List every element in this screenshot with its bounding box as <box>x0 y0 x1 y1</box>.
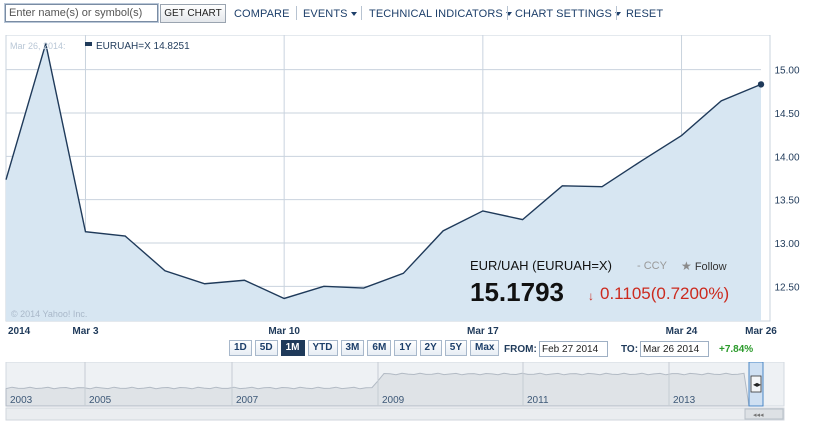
range-button-1m[interactable]: 1M <box>280 340 305 356</box>
quote-change-percent: (0.7200%) <box>650 284 730 303</box>
y-tick-label: 14.50 <box>774 109 799 120</box>
y-tick-label: 14.00 <box>774 152 799 163</box>
toolbar-separator <box>296 6 297 20</box>
from-date-input[interactable] <box>539 341 608 357</box>
events-menu[interactable]: EVENTS <box>303 8 357 20</box>
timeline-navigator[interactable]: 2003 2005 2007 2009 2011 2013 ◂▸ ◂◂◂ <box>0 362 820 427</box>
data-point <box>601 185 604 188</box>
follow-button[interactable]: ★ Follow <box>681 259 727 273</box>
compare-menu[interactable]: COMPARE <box>234 8 290 20</box>
data-point <box>84 230 87 233</box>
y-tick-label: 13.00 <box>774 239 799 250</box>
data-point <box>163 269 166 272</box>
range-button-5d[interactable]: 5D <box>254 340 278 356</box>
follow-label: Follow <box>694 261 727 273</box>
symbol-search-input[interactable] <box>4 3 159 23</box>
to-date-input[interactable] <box>640 341 709 357</box>
star-icon: ★ <box>681 259 692 273</box>
navigator-year-label: 2005 <box>89 395 112 406</box>
toolbar-separator <box>507 6 508 20</box>
technical-indicators-menu[interactable]: TECHNICAL INDICATORS <box>369 8 512 20</box>
navigator-year-label: 2007 <box>236 395 259 406</box>
range-button-3m[interactable]: 3M <box>340 340 365 356</box>
range-button-1y[interactable]: 1Y <box>394 340 417 356</box>
x-tick-label: Mar 24 <box>666 326 698 337</box>
down-arrow-icon: ↓ <box>588 289 594 303</box>
y-tick-label: 15.00 <box>774 66 799 77</box>
drag-handle-icon: ◂▸ <box>753 380 761 389</box>
data-point <box>283 297 286 300</box>
data-point <box>680 134 683 137</box>
reset-button[interactable]: RESET <box>626 8 663 20</box>
quote-name: EUR/UAH (EURUAH=X) <box>470 258 612 273</box>
navigator-year-label: 2011 <box>527 395 549 406</box>
data-point <box>720 99 723 102</box>
navigator-year-label: 2013 <box>673 395 696 406</box>
range-button-5y[interactable]: 5Y <box>444 340 468 356</box>
data-point <box>124 235 127 238</box>
legend-swatch <box>85 42 92 46</box>
navigator-year-label: 2003 <box>10 395 33 406</box>
events-menu-label: EVENTS <box>303 8 348 20</box>
navigator-year-label: 2009 <box>382 395 405 406</box>
data-point <box>243 279 246 282</box>
data-point <box>760 83 763 86</box>
data-point <box>481 209 484 212</box>
x-axis: 2014 Mar 3 Mar 10 Mar 17 Mar 24 Mar 26 <box>8 326 777 337</box>
x-tick-label: Mar 17 <box>467 326 499 337</box>
x-tick-label: Mar 3 <box>72 326 99 337</box>
y-tick-label: 13.50 <box>774 196 799 207</box>
legend-series-label: EURUAH=X 14.8251 <box>96 41 190 52</box>
navigator-scrollbar[interactable] <box>5 407 785 421</box>
y-tick-label: 12.50 <box>774 282 799 293</box>
x-tick-label: Mar 26 <box>745 326 777 337</box>
data-point <box>442 229 445 232</box>
quote-change-value: 0.1105 <box>600 284 651 303</box>
x-tick-label: 2014 <box>8 326 31 337</box>
range-button-ytd[interactable]: YTD <box>307 340 338 356</box>
data-point <box>561 184 564 187</box>
data-point <box>402 272 405 275</box>
data-point <box>362 287 365 290</box>
data-point <box>5 178 8 181</box>
range-button-1d[interactable]: 1D <box>229 340 252 356</box>
y-axis: 12.50 13.00 13.50 14.00 14.50 15.00 <box>774 66 799 294</box>
scrollbar-thumb[interactable] <box>744 408 784 420</box>
technical-indicators-menu-label: TECHNICAL INDICATORS <box>369 8 503 20</box>
quote-ccy: - CCY <box>637 260 667 272</box>
get-chart-button[interactable]: GET CHART <box>160 4 226 23</box>
data-point <box>640 159 643 162</box>
legend-date: Mar 26, 2014: <box>10 41 66 51</box>
scroll-grip-icon: ◂◂◂ <box>753 412 764 419</box>
x-tick-label: Mar 10 <box>268 326 300 337</box>
data-point <box>203 282 206 285</box>
toolbar-separator <box>616 6 617 20</box>
period-change: +7.84% <box>719 344 754 355</box>
data-point <box>521 218 524 221</box>
toolbar-separator <box>361 6 362 20</box>
quote-change: 0.1105(0.7200%) <box>600 284 729 304</box>
copyright-text: © 2014 Yahoo! Inc. <box>11 309 87 319</box>
chart-toolbar: GET CHART COMPARE EVENTS TECHNICAL INDIC… <box>0 0 820 28</box>
chart-settings-menu-label: CHART SETTINGS <box>515 8 612 20</box>
from-label: FROM: <box>504 344 537 355</box>
range-button-2y[interactable]: 2Y <box>419 340 442 356</box>
chevron-down-icon <box>350 12 357 16</box>
range-selector: 1D 5D 1M YTD 3M 6M 1Y 2Y 5Y Max <box>229 340 502 356</box>
to-label: TO: <box>621 344 639 355</box>
chart-settings-menu[interactable]: CHART SETTINGS <box>515 8 621 20</box>
range-button-max[interactable]: Max <box>470 340 500 356</box>
quote-price: 15.1793 <box>470 277 564 307</box>
data-point <box>322 285 325 288</box>
range-button-6m[interactable]: 6M <box>367 340 392 356</box>
